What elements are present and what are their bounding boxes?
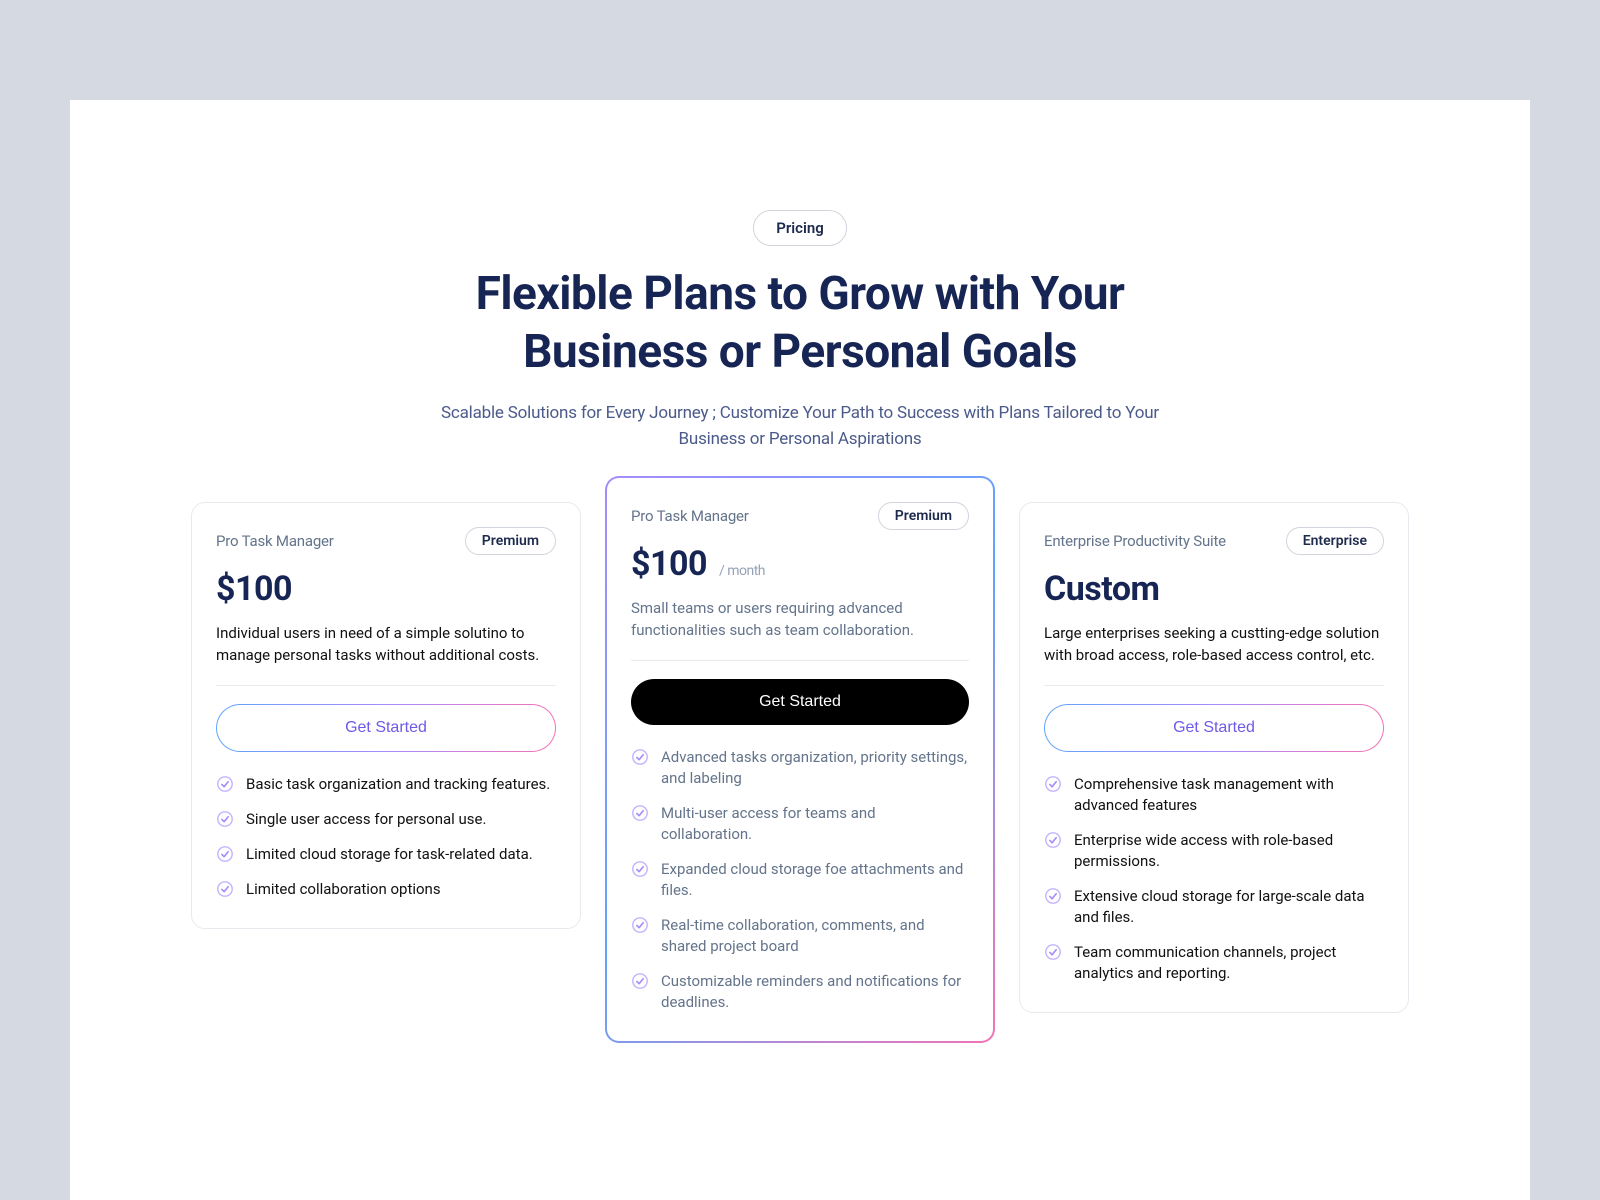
plan-price: $100 (216, 569, 556, 609)
feature-text: Basic task organization and tracking fea… (246, 774, 550, 795)
feature-text: Customizable reminders and notifications… (661, 971, 969, 1013)
feature-text: Limited collaboration options (246, 879, 441, 900)
pricing-cards: Pro Task Manager Premium $100 Individual… (70, 502, 1530, 1069)
feature-item: Comprehensive task management with advan… (1044, 774, 1384, 816)
check-icon (216, 880, 234, 898)
plan-card-premium: Pro Task Manager Premium $100 / month Sm… (605, 476, 995, 1043)
feature-item: Advanced tasks organization, priority se… (631, 747, 969, 789)
plan-card-inner: Pro Task Manager Premium $100 / month Sm… (607, 478, 993, 1041)
get-started-button[interactable]: Get Started (631, 679, 969, 725)
price-amount: $100 (631, 544, 707, 584)
feature-item: Enterprise wide access with role-based p… (1044, 830, 1384, 872)
get-started-button[interactable]: Get Started (1044, 704, 1384, 752)
feature-text: Comprehensive task management with advan… (1074, 774, 1384, 816)
feature-list: Comprehensive task management with advan… (1044, 774, 1384, 984)
feature-list: Basic task organization and tracking fea… (216, 774, 556, 900)
feature-item: Limited cloud storage for task-related d… (216, 844, 556, 865)
page-subtitle: Scalable Solutions for Every Journey ; C… (420, 401, 1180, 452)
check-icon (216, 845, 234, 863)
feature-text: Extensive cloud storage for large-scale … (1074, 886, 1384, 928)
check-icon (631, 916, 649, 934)
feature-item: Customizable reminders and notifications… (631, 971, 969, 1013)
feature-item: Basic task organization and tracking fea… (216, 774, 556, 795)
plan-desc: Large enterprises seeking a custting-edg… (1044, 623, 1384, 667)
plan-name: Pro Task Manager (631, 507, 749, 525)
feature-item: Multi-user access for teams and collabor… (631, 803, 969, 845)
plan-card-head: Pro Task Manager Premium (631, 502, 969, 530)
feature-text: Multi-user access for teams and collabor… (661, 803, 969, 845)
feature-text: Expanded cloud storage foe attachments a… (661, 859, 969, 901)
divider (631, 660, 969, 661)
plan-badge: Premium (878, 502, 969, 530)
plan-price: Custom (1044, 569, 1384, 609)
check-icon (1044, 775, 1062, 793)
check-icon (631, 972, 649, 990)
feature-list: Advanced tasks organization, priority se… (631, 747, 969, 1013)
feature-item: Real-time collaboration, comments, and s… (631, 915, 969, 957)
page-title: Flexible Plans to Grow with Your Busines… (390, 266, 1210, 381)
feature-text: Advanced tasks organization, priority se… (661, 747, 969, 789)
feature-item: Expanded cloud storage foe attachments a… (631, 859, 969, 901)
check-icon (631, 860, 649, 878)
feature-text: Real-time collaboration, comments, and s… (661, 915, 969, 957)
price-period: / month (719, 563, 765, 579)
plan-card-head: Pro Task Manager Premium (216, 527, 556, 555)
feature-item: Single user access for personal use. (216, 809, 556, 830)
plan-card-enterprise: Enterprise Productivity Suite Enterprise… (1019, 502, 1409, 1013)
check-icon (1044, 831, 1062, 849)
price-amount: $100 (216, 569, 292, 609)
check-icon (1044, 887, 1062, 905)
header: Pricing Flexible Plans to Grow with Your… (70, 210, 1530, 452)
plan-badge: Premium (465, 527, 556, 555)
divider (216, 685, 556, 686)
feature-text: Team communication channels, project ana… (1074, 942, 1384, 984)
price-amount: Custom (1044, 569, 1159, 609)
plan-desc: Small teams or users requiring advanced … (631, 598, 969, 642)
pricing-page: Pricing Flexible Plans to Grow with Your… (70, 100, 1530, 1200)
section-pill: Pricing (753, 210, 847, 246)
plan-name: Enterprise Productivity Suite (1044, 532, 1226, 550)
check-icon (216, 775, 234, 793)
get-started-button[interactable]: Get Started (216, 704, 556, 752)
divider (1044, 685, 1384, 686)
check-icon (216, 810, 234, 828)
check-icon (1044, 943, 1062, 961)
check-icon (631, 748, 649, 766)
plan-price: $100 / month (631, 544, 969, 584)
feature-item: Limited collaboration options (216, 879, 556, 900)
plan-card-head: Enterprise Productivity Suite Enterprise (1044, 527, 1384, 555)
plan-card-basic: Pro Task Manager Premium $100 Individual… (191, 502, 581, 929)
plan-badge: Enterprise (1286, 527, 1384, 555)
feature-text: Enterprise wide access with role-based p… (1074, 830, 1384, 872)
feature-item: Team communication channels, project ana… (1044, 942, 1384, 984)
feature-text: Single user access for personal use. (246, 809, 486, 830)
plan-name: Pro Task Manager (216, 532, 334, 550)
check-icon (631, 804, 649, 822)
feature-text: Limited cloud storage for task-related d… (246, 844, 533, 865)
plan-desc: Individual users in need of a simple sol… (216, 623, 556, 667)
feature-item: Extensive cloud storage for large-scale … (1044, 886, 1384, 928)
